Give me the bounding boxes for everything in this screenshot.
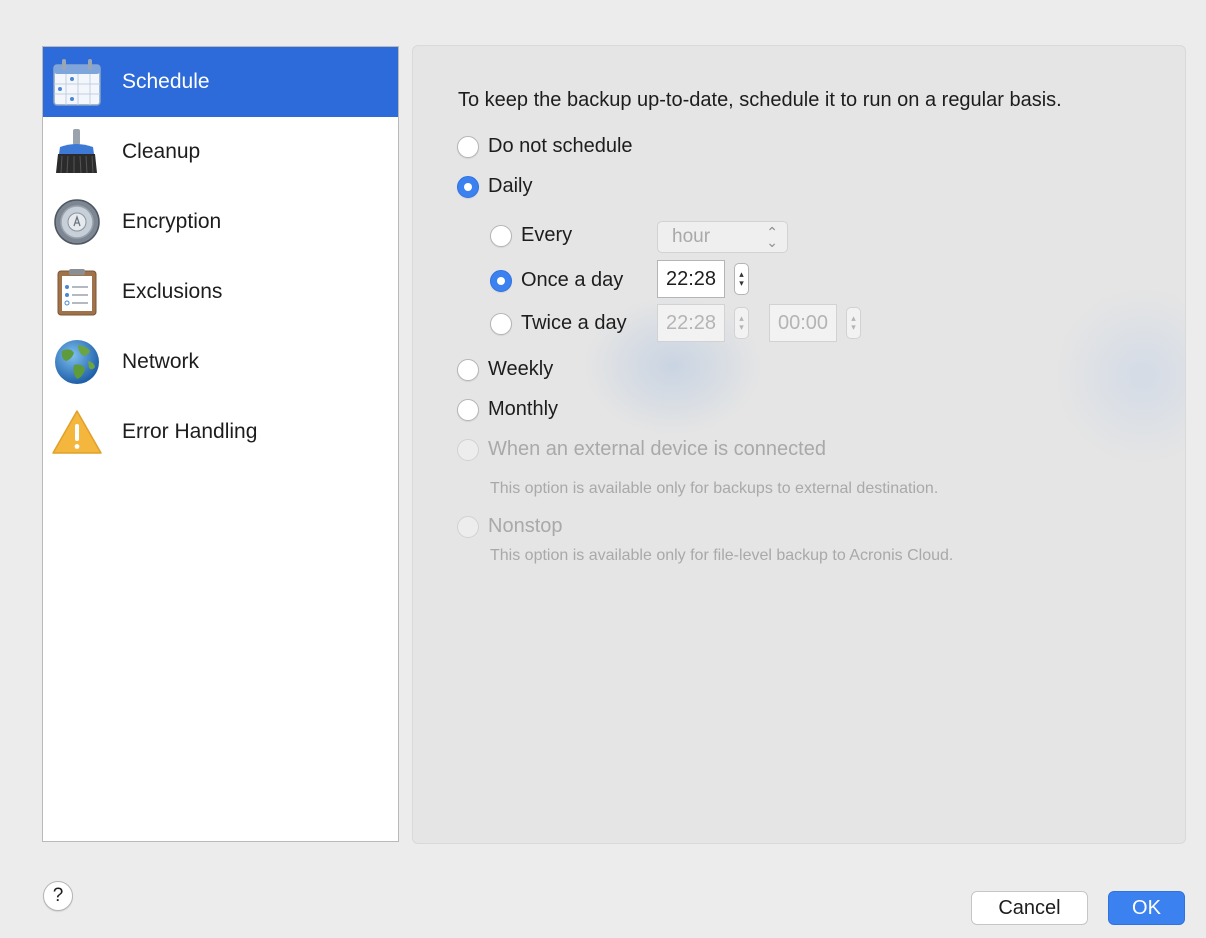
backup-options-window: Schedule Cleanup Encryption Exclusions N… [0,12,1206,938]
option-label: Daily [488,175,533,197]
radio-button[interactable] [490,269,512,292]
option-label: Every [521,224,573,246]
cancel-button[interactable]: Cancel [971,891,1088,925]
twice-time-field-2[interactable]: 00:00 [769,304,837,342]
broom-icon [49,124,105,180]
chevron-updown-icon: ⌃ ⌄ [766,224,778,250]
option-twice-a-day[interactable]: Twice a day [490,312,627,335]
radio-button[interactable] [457,175,479,198]
once-time-field[interactable]: 22:28 [657,260,725,298]
option-label: Twice a day [521,312,627,334]
stepper-down-icon[interactable]: ▾ [739,279,744,288]
option-label: Do not schedule [488,135,633,157]
sidebar-item-schedule[interactable]: Schedule [43,47,398,117]
radio-button[interactable] [490,312,512,335]
background-glow [1053,286,1185,466]
radio-button [457,438,479,461]
lock-dial-icon [49,194,105,250]
option-once-a-day[interactable]: Once a day [490,269,623,292]
sidebar-item-cleanup[interactable]: Cleanup [43,117,398,187]
sidebar-item-label: Network [122,350,200,373]
sidebar-item-label: Schedule [122,70,210,93]
calendar-icon [49,54,105,110]
stepper-down-icon[interactable]: ▾ [851,323,856,332]
sidebar-item-network[interactable]: Network [43,327,398,397]
radio-button [457,515,479,538]
once-time-stepper[interactable]: ▴ ▾ [734,263,749,295]
twice-time-field-1[interactable]: 22:28 [657,304,725,342]
option-weekly[interactable]: Weekly [457,358,553,381]
help-button[interactable]: ? [43,881,73,911]
sidebar-item-label: Cleanup [122,140,201,163]
sidebar-item-label: Exclusions [122,280,223,303]
sidebar-item-label: Encryption [122,210,222,233]
option-daily[interactable]: Daily [457,175,532,198]
sidebar-item-exclusions[interactable]: Exclusions [43,257,398,327]
option-nonstop: Nonstop [457,515,563,538]
globe-icon [49,334,105,390]
radio-button[interactable] [457,135,479,158]
option-external-device: When an external device is connected [457,438,826,461]
radio-button[interactable] [457,398,479,421]
twice-time-stepper-2[interactable]: ▴ ▾ [846,307,861,339]
option-monthly[interactable]: Monthly [457,398,558,421]
twice-time-stepper-1[interactable]: ▴ ▾ [734,307,749,339]
schedule-intro-text: To keep the backup up-to-date, schedule … [458,89,1062,111]
every-unit-value: hour [672,226,711,247]
external-device-note: This option is available only for backup… [490,480,939,497]
option-label: Weekly [488,358,554,380]
option-do-not-schedule[interactable]: Do not schedule [457,135,633,158]
option-label: Monthly [488,398,559,420]
nonstop-note: This option is available only for file-l… [490,547,954,564]
ok-button[interactable]: OK [1108,891,1185,925]
stepper-down-icon[interactable]: ▾ [739,323,744,332]
every-unit-select[interactable]: hour ⌃ ⌄ [657,221,788,253]
radio-button[interactable] [457,358,479,381]
radio-button[interactable] [490,224,512,247]
schedule-panel: To keep the backup up-to-date, schedule … [412,45,1186,844]
option-every[interactable]: Every [490,224,572,247]
clipboard-list-icon [49,264,105,320]
option-label: Nonstop [488,515,563,537]
sidebar-item-error-handling[interactable]: Error Handling [43,397,398,467]
option-label: When an external device is connected [488,438,826,460]
sidebar-item-label: Error Handling [122,420,258,443]
options-sidebar: Schedule Cleanup Encryption Exclusions N… [42,46,399,842]
warning-icon [49,404,105,460]
sidebar-item-encryption[interactable]: Encryption [43,187,398,257]
option-label: Once a day [521,269,624,291]
